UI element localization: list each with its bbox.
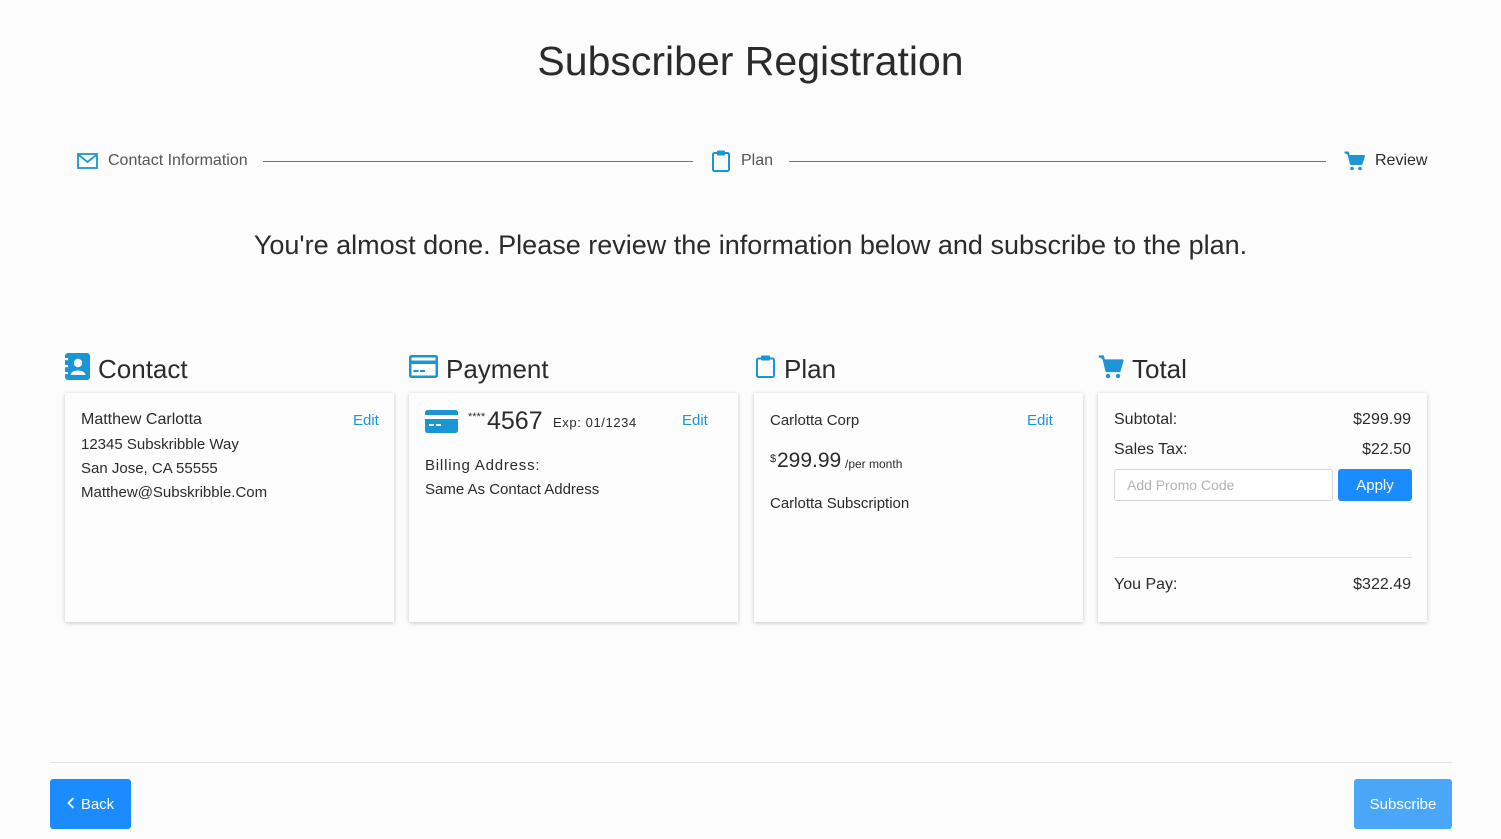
contact-email: Matthew@Subskribble.Com xyxy=(81,484,268,501)
total-header: Total xyxy=(1098,352,1187,386)
card-expiry: Exp: 01/1234 xyxy=(553,415,637,430)
clipboard-icon xyxy=(755,355,776,383)
payment-heading: Payment xyxy=(446,353,549,384)
back-button-label: Back xyxy=(80,795,115,813)
credit-card-icon xyxy=(425,410,458,438)
plan-card: Carlotta Corp Edit $ 299.99 /per month C… xyxy=(754,393,1083,622)
payment-card: **** 4567 Exp: 01/1234 Edit Billing Addr… xyxy=(409,393,738,622)
contact-edit-link[interactable]: Edit xyxy=(353,412,379,429)
subscribe-button[interactable]: Subscribe xyxy=(1354,779,1452,829)
you-pay-value: $322.49 xyxy=(1353,576,1411,593)
plan-price: 299.99 xyxy=(777,449,842,472)
divider xyxy=(1114,557,1412,558)
subtotal-value: $299.99 xyxy=(1353,411,1411,428)
credit-card-icon xyxy=(409,355,438,383)
contact-header: Contact xyxy=(65,352,188,386)
step-label: Contact Information xyxy=(108,152,248,169)
step-connector xyxy=(263,161,693,162)
you-pay-label: You Pay: xyxy=(1114,576,1178,593)
contact-heading: Contact xyxy=(98,353,188,384)
step-label: Review xyxy=(1375,152,1428,169)
card-mask: **** xyxy=(468,411,486,423)
promo-code-input[interactable] xyxy=(1114,469,1333,501)
footer-divider xyxy=(50,762,1452,763)
step-review[interactable]: Review xyxy=(1344,146,1427,176)
payment-edit-link[interactable]: Edit xyxy=(682,412,708,429)
plan-edit-link[interactable]: Edit xyxy=(1027,412,1053,429)
billing-address-value: Same As Contact Address xyxy=(425,481,600,498)
total-card: Subtotal: $299.99 Sales Tax: $22.50 Appl… xyxy=(1098,393,1427,622)
plan-currency: $ xyxy=(770,453,777,465)
contact-city: San Jose, CA 55555 xyxy=(81,460,218,477)
step-plan[interactable]: Plan xyxy=(711,146,773,176)
sales-tax-label: Sales Tax: xyxy=(1114,441,1188,458)
contact-name: Matthew Carlotta xyxy=(81,411,202,428)
contact-card: Matthew Carlotta Edit 12345 Subskribble … xyxy=(65,393,394,622)
page-title: Subscriber Registration xyxy=(537,38,964,84)
subtotal-label: Subtotal: xyxy=(1114,411,1178,428)
envelope-icon xyxy=(77,153,98,169)
plan-header: Plan xyxy=(755,352,836,386)
step-connector xyxy=(789,161,1326,162)
step-label: Plan xyxy=(741,152,774,169)
contact-street: 12345 Subskribble Way xyxy=(81,436,239,453)
plan-period: /per month xyxy=(845,457,903,471)
cart-icon xyxy=(1098,354,1124,384)
chevron-left-icon xyxy=(67,796,75,813)
total-heading: Total xyxy=(1132,353,1187,384)
step-contact-information[interactable]: Contact Information xyxy=(77,146,248,176)
back-button[interactable]: Back xyxy=(50,779,131,829)
billing-address-label: Billing Address: xyxy=(425,457,541,474)
apply-promo-button[interactable]: Apply xyxy=(1338,469,1412,501)
card-last4: 4567 xyxy=(487,407,543,435)
payment-header: Payment xyxy=(409,352,549,386)
review-instructions: You're almost done. Please review the in… xyxy=(253,230,1248,260)
cart-icon xyxy=(1344,151,1365,171)
sales-tax-value: $22.50 xyxy=(1362,441,1411,458)
contact-book-icon xyxy=(65,353,90,385)
plan-company: Carlotta Corp xyxy=(770,412,860,429)
clipboard-icon xyxy=(711,150,731,172)
plan-heading: Plan xyxy=(784,353,837,384)
plan-name: Carlotta Subscription xyxy=(770,495,910,512)
